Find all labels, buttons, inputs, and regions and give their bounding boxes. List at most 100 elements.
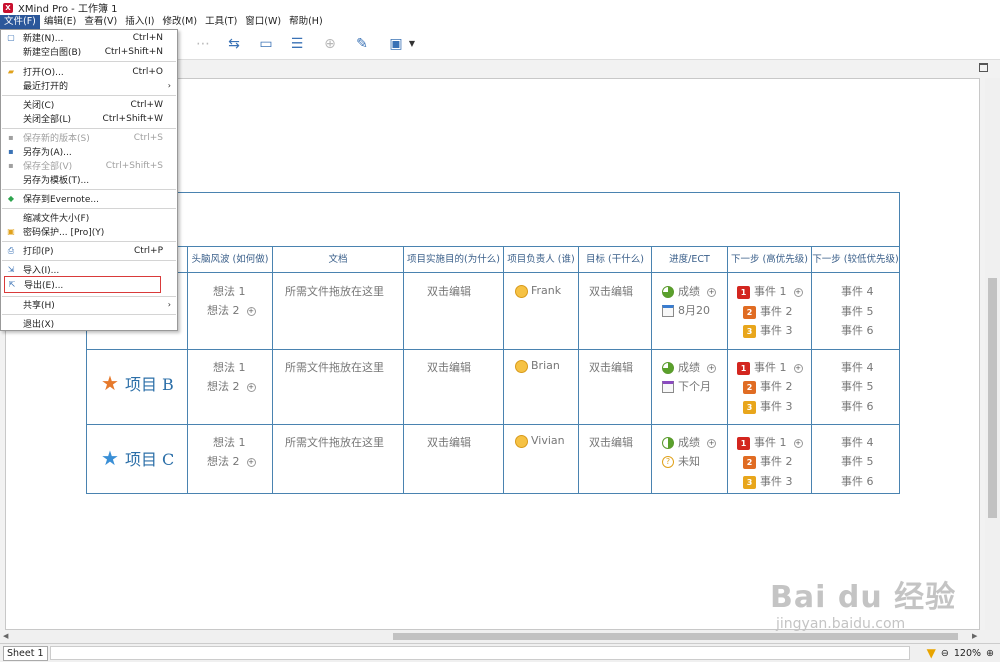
idea-item[interactable]: 想法 2 + [207, 378, 256, 394]
scroll-right-icon[interactable]: ▶ [972, 632, 977, 640]
progress-status[interactable]: 成绩 + [662, 359, 716, 375]
event-item[interactable]: 3 事件 3 [743, 398, 793, 414]
event-item[interactable]: 3 事件 3 [743, 473, 793, 489]
scroll-left-icon[interactable]: ◀ [3, 632, 8, 640]
event-item[interactable]: 事件 5 [841, 378, 874, 394]
menu-print[interactable]: ⎙ 打印(P) Ctrl+P [1, 244, 177, 258]
maximize-icon[interactable] [979, 63, 988, 72]
event-item[interactable]: 事件 4 [841, 283, 874, 299]
menu-edit[interactable]: 编辑(E) [40, 15, 80, 29]
purpose-cell[interactable]: 双击编辑 [427, 283, 471, 299]
event-item[interactable]: 1 事件 1 + [737, 359, 803, 375]
filter-icon[interactable]: ▼ [927, 646, 936, 660]
idea-item[interactable]: 想法 2 + [207, 453, 256, 469]
add-icon[interactable]: + [246, 306, 256, 316]
event-item[interactable]: 1 事件 1 + [737, 283, 803, 299]
relationship-icon[interactable]: ⇆ [224, 35, 244, 53]
menu-file[interactable]: 文件(F) [0, 15, 40, 29]
menu-view[interactable]: 查看(V) [80, 15, 121, 29]
project-matrix-table[interactable]: 头脑风波 (如何做) 文档 项目实施目的(为什么) 项目负责人 (谁) 目标 (… [86, 192, 900, 494]
add-icon[interactable]: + [793, 438, 803, 448]
goal-cell[interactable]: 双击编辑 [589, 434, 633, 450]
menu-recent[interactable]: 最近打开的 › [1, 79, 177, 92]
event-item[interactable]: 事件 6 [841, 473, 874, 489]
event-item[interactable]: 3 事件 3 [743, 322, 793, 338]
vertical-scrollbar[interactable] [985, 78, 1000, 630]
menu-close[interactable]: 关闭(C) Ctrl+W [1, 98, 177, 112]
menu-save-as[interactable]: ▪ 另存为(A)... [1, 145, 177, 159]
doc-dropzone[interactable]: 所需文件拖放在这里 [285, 283, 384, 299]
event-item[interactable]: 1 事件 1 + [737, 434, 803, 450]
project-c-topic[interactable]: ★ 项目 C [101, 446, 174, 470]
project-b-topic[interactable]: ★ 项目 B [101, 371, 174, 395]
event-item[interactable]: 事件 5 [841, 453, 874, 469]
purpose-cell[interactable]: 双击编辑 [427, 359, 471, 375]
purpose-cell[interactable]: 双击编辑 [427, 434, 471, 450]
menu-save-template[interactable]: 另存为模板(T)... [1, 173, 177, 186]
event-item[interactable]: 事件 5 [841, 303, 874, 319]
menu-close-all[interactable]: 关闭全部(L) Ctrl+Shift+W [1, 112, 177, 126]
owner-cell[interactable]: Frank [515, 284, 561, 298]
menu-import[interactable]: ⇲ 导入(I)... [1, 263, 177, 277]
menu-window[interactable]: 窗口(W) [241, 15, 285, 29]
menu-password[interactable]: ▣ 密码保护... [Pro](Y) [1, 225, 177, 239]
add-icon[interactable]: + [793, 287, 803, 297]
header-owner[interactable]: 项目负责人 (谁) [504, 247, 578, 272]
owner-cell[interactable]: Vivian [515, 434, 565, 448]
menu-reduce-size[interactable]: 缩减文件大小(F) [1, 211, 177, 224]
event-item[interactable]: 2 事件 2 [743, 453, 793, 469]
idea-item[interactable]: 想法 2 + [207, 302, 256, 318]
add-icon[interactable]: + [707, 438, 716, 448]
doc-dropzone[interactable]: 所需文件拖放在这里 [285, 359, 384, 375]
progress-date[interactable]: 下个月 [662, 378, 711, 394]
progress-date[interactable]: ? 未知 [662, 453, 700, 469]
event-item[interactable]: 2 事件 2 [743, 303, 793, 319]
menu-help[interactable]: 帮助(H) [285, 15, 327, 29]
event-item[interactable]: 2 事件 2 [743, 378, 793, 394]
add-icon[interactable]: + [707, 287, 716, 297]
zoom-out-icon[interactable]: ⊖ [941, 648, 949, 659]
menu-share[interactable]: 共享(H) › [1, 298, 177, 311]
summary-icon[interactable]: ☰ [287, 35, 307, 53]
callout-icon[interactable]: ⋯ [193, 35, 213, 53]
menu-tools[interactable]: 工具(T) [201, 15, 241, 29]
progress-status[interactable]: 成绩 + [662, 283, 716, 299]
header-goal[interactable]: 目标 (干什么) [579, 247, 651, 272]
menu-modify[interactable]: 修改(M) [158, 15, 201, 29]
boundary-icon[interactable]: ▭ [256, 35, 276, 53]
progress-status[interactable]: 成绩 + [662, 434, 716, 450]
add-icon[interactable]: + [246, 457, 256, 467]
chevron-down-icon[interactable]: ▼ [406, 35, 418, 53]
event-item[interactable]: 事件 6 [841, 322, 874, 338]
idea-item[interactable]: 想法 1 [213, 359, 246, 375]
header-document[interactable]: 文档 [273, 247, 403, 272]
header-next-high[interactable]: 下一步 (高优先级) [728, 247, 811, 272]
header-purpose[interactable]: 项目实施目的(为什么) [404, 247, 503, 272]
owner-cell[interactable]: Brian [515, 359, 560, 373]
image-icon[interactable]: ▣ [386, 35, 406, 53]
menu-save-version[interactable]: ▪ 保存新的版本(S) Ctrl+S [1, 131, 177, 145]
menu-new-blank[interactable]: 新建空白图(B) Ctrl+Shift+N [1, 45, 177, 59]
header-progress[interactable]: 进度/ECT [652, 247, 727, 272]
table-title-area[interactable] [87, 193, 899, 247]
add-icon[interactable]: + [707, 363, 716, 373]
menu-export[interactable]: ⇱ 导出(E)... [4, 276, 161, 293]
idea-item[interactable]: 想法 1 [213, 434, 246, 450]
header-brainstorm[interactable]: 头脑风波 (如何做) [188, 247, 272, 272]
add-icon[interactable]: + [793, 363, 803, 373]
idea-item[interactable]: 想法 1 [213, 283, 246, 299]
menu-open[interactable]: ▰ 打开(O)... Ctrl+O [1, 65, 177, 79]
header-next-low[interactable]: 下一步 (较低优先级) [812, 247, 899, 272]
menu-new[interactable]: ▢ 新建(N)... Ctrl+N [1, 31, 177, 45]
notes-icon[interactable]: ✎ [352, 35, 372, 53]
goal-cell[interactable]: 双击编辑 [589, 359, 633, 375]
vertical-scroll-thumb[interactable] [988, 278, 997, 518]
zoom-level[interactable]: 120% [954, 648, 981, 659]
menu-insert[interactable]: 插入(I) [121, 15, 158, 29]
label-icon[interactable]: ⊕ [320, 35, 340, 53]
menu-evernote[interactable]: ◆ 保存到Evernote... [1, 192, 177, 206]
event-item[interactable]: 事件 4 [841, 359, 874, 375]
event-item[interactable]: 事件 6 [841, 398, 874, 414]
doc-dropzone[interactable]: 所需文件拖放在这里 [285, 434, 384, 450]
add-icon[interactable]: + [246, 382, 256, 392]
